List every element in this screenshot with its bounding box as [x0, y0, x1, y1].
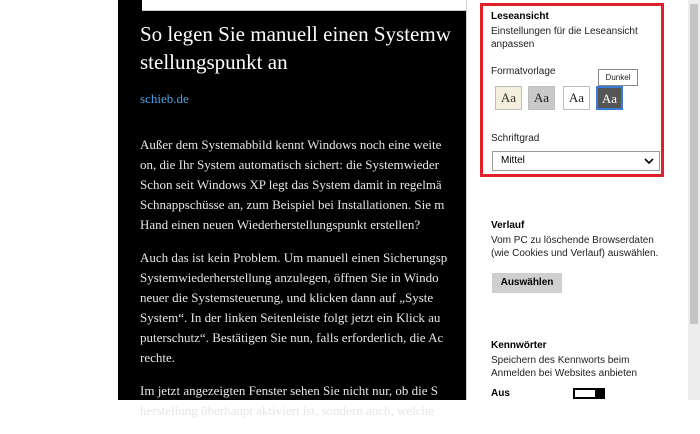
passwords-description: Speichern des Kennworts beim Anmelden be… — [491, 354, 637, 380]
article-title-line2: stellungspunkt an — [140, 50, 288, 74]
dark-tooltip: Dunkel — [598, 69, 638, 86]
text-line: Außer dem Systemabbild kennt Windows noc… — [140, 137, 442, 152]
paragraph-2: Auch das ist kein Problem. Um manuell ei… — [140, 248, 480, 368]
article-body: Außer dem Systemabbild kennt Windows noc… — [140, 135, 480, 434]
settings-flyout: Leseansicht Einstellungen für die Lesean… — [466, 0, 689, 400]
text-line: Im jetzt angezeigten Fenster sehen Sie n… — [140, 383, 439, 398]
description-line: Einstellungen für die Leseansicht — [491, 26, 638, 37]
scrollbar-thumb[interactable] — [690, 4, 698, 324]
text-line: puterschutz“. Bestätigen Sie nun, falls … — [140, 330, 444, 345]
text-line: rechte. — [140, 350, 176, 365]
article-source-link[interactable]: schieb.de — [140, 91, 189, 107]
text-line: herstellung überhaupt aktiviert ist, son… — [140, 403, 434, 418]
text-line: neuer die Systemsteuerung, und klicken d… — [140, 290, 434, 305]
top-bar — [142, 0, 466, 11]
style-swatch-dark[interactable]: Aa — [596, 86, 623, 110]
paragraph-3: Im jetzt angezeigten Fenster sehen Sie n… — [140, 381, 480, 421]
description-line: (wie Cookies und Verlauf) auswählen. — [491, 248, 659, 259]
description-line: Speichern des Kennworts beim — [491, 355, 630, 366]
description-line: Anmelden bei Websites anbieten — [491, 368, 638, 379]
description-line: Vom PC zu löschende Browserdaten — [491, 235, 654, 246]
save-passwords-toggle[interactable] — [573, 388, 605, 399]
text-line: Auch das ist kein Problem. Um manuell ei… — [140, 250, 448, 265]
select-browsing-data-button[interactable]: Auswählen — [492, 273, 562, 293]
history-description: Vom PC zu löschende Browserdaten (wie Co… — [491, 234, 658, 260]
text-line: Schon seit Windows XP legt das System da… — [140, 177, 442, 192]
text-line: System“. In der linken Seitenleiste folg… — [140, 310, 441, 325]
text-line: Systemwiederherstellung anzulegen, öffne… — [140, 270, 439, 285]
font-size-value: Mittel — [501, 155, 525, 166]
font-size-select[interactable]: Mittel — [492, 151, 660, 171]
paragraph-1: Außer dem Systemabbild kennt Windows noc… — [140, 135, 480, 235]
left-margin — [0, 0, 118, 400]
reading-view-title: Leseansicht — [491, 11, 549, 22]
history-title: Verlauf — [491, 220, 525, 231]
passwords-title: Kennwörter — [491, 340, 547, 351]
password-toggle-state: Aus — [491, 388, 510, 399]
flyout-scrollbar[interactable] — [688, 0, 700, 400]
article-title-line1: So legen Sie manuell einen Systemw — [140, 22, 451, 46]
text-line: Schnappschüsse an, zum Beispiel bei Inst… — [140, 197, 445, 212]
toggle-knob — [595, 390, 603, 397]
reading-view-description: Einstellungen für die Leseansicht anpass… — [491, 25, 638, 51]
style-swatch-white[interactable]: Aa — [563, 86, 590, 110]
style-label: Formatvorlage — [491, 66, 556, 77]
font-size-label: Schriftgrad — [491, 133, 540, 144]
text-line: on, die Ihr System automatisch sichert: … — [140, 157, 439, 172]
style-swatch-gray[interactable]: Aa — [528, 86, 555, 110]
description-line: anpassen — [491, 39, 535, 50]
text-line: Hand einen neuen Wiederherstellungspunkt… — [140, 217, 421, 232]
style-swatch-light[interactable]: Aa — [495, 86, 522, 110]
chevron-down-icon — [644, 152, 654, 177]
